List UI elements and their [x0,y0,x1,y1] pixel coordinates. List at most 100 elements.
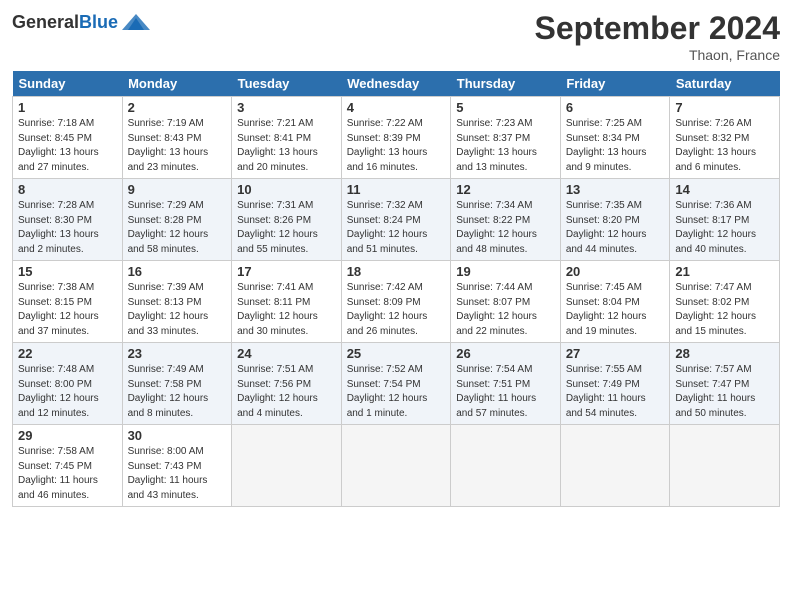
day-number: 30 [128,428,227,443]
day-info: Sunrise: 7:29 AM Sunset: 8:28 PM Dayligh… [128,199,227,257]
calendar-day: 17 Sunrise: 7:41 AM Sunset: 8:11 PM Dayli… [232,261,342,343]
calendar-day: 18 Sunrise: 7:42 AM Sunset: 8:09 PM Dayli… [341,261,451,343]
calendar-day: 6 Sunrise: 7:25 AM Sunset: 8:34 PM Daylig… [560,97,670,179]
calendar-day: 27Sunrise: 7:55 AM Sunset: 7:49 PM Dayli… [560,343,670,425]
calendar-day: 19 Sunrise: 7:44 AM Sunset: 8:07 PM Dayli… [451,261,561,343]
day-number: 18 [347,264,446,279]
calendar-day: 30 Sunrise: 8:00 AM Sunset: 7:43 PM Dayli… [122,425,232,507]
calendar-day [560,425,670,507]
day-number: 12 [456,182,555,197]
calendar-day: 20 Sunrise: 7:45 AM Sunset: 8:04 PM Dayli… [560,261,670,343]
calendar-day: 5 Sunrise: 7:23 AM Sunset: 8:37 PM Daylig… [451,97,561,179]
day-number: 19 [456,264,555,279]
day-number: 11 [347,182,446,197]
month-title: September 2024 [535,10,780,47]
calendar-day: 28 Sunrise: 7:57 AM Sunset: 7:47 PM Dayli… [670,343,780,425]
day-info: Sunrise: 7:31 AM Sunset: 8:26 PM Dayligh… [237,199,336,257]
day-info: Sunrise: 7:47 AM Sunset: 8:02 PM Dayligh… [675,281,774,339]
calendar-day: 22 Sunrise: 7:48 AM Sunset: 8:00 PM Dayli… [13,343,123,425]
day-number: 3 [237,100,336,115]
day-info: Sunrise: 7:57 AM Sunset: 7:47 PM Dayligh… [675,363,774,421]
calendar-day [670,425,780,507]
day-number: 29 [18,428,117,443]
calendar-day: 8Sunrise: 7:28 AM Sunset: 8:30 PM Daylig… [13,179,123,261]
calendar-week-4: 29 Sunrise: 7:58 AM Sunset: 7:45 PM Dayli… [13,425,780,507]
day-info: Sunrise: 7:35 AM Sunset: 8:20 PM Dayligh… [566,199,665,257]
calendar-day: 24Sunrise: 7:51 AM Sunset: 7:56 PM Dayli… [232,343,342,425]
calendar-day: 9 Sunrise: 7:29 AM Sunset: 8:28 PM Daylig… [122,179,232,261]
day-number: 27 [566,346,665,361]
day-info: Sunrise: 7:34 AM Sunset: 8:22 PM Dayligh… [456,199,555,257]
calendar-day: 12 Sunrise: 7:34 AM Sunset: 8:22 PM Dayli… [451,179,561,261]
day-info: Sunrise: 7:41 AM Sunset: 8:11 PM Dayligh… [237,281,336,339]
day-number: 9 [128,182,227,197]
calendar-day: 16 Sunrise: 7:39 AM Sunset: 8:13 PM Dayli… [122,261,232,343]
day-number: 25 [347,346,446,361]
day-number: 26 [456,346,555,361]
day-number: 6 [566,100,665,115]
day-info: Sunrise: 7:23 AM Sunset: 8:37 PM Dayligh… [456,117,555,175]
calendar-day: 13 Sunrise: 7:35 AM Sunset: 8:20 PM Dayli… [560,179,670,261]
day-info: Sunrise: 7:26 AM Sunset: 8:32 PM Dayligh… [675,117,774,175]
day-number: 23 [128,346,227,361]
day-info: Sunrise: 7:32 AM Sunset: 8:24 PM Dayligh… [347,199,446,257]
calendar-day: 4Sunrise: 7:22 AM Sunset: 8:39 PM Daylig… [341,97,451,179]
day-number: 14 [675,182,774,197]
title-block: September 2024 Thaon, France [535,10,780,63]
day-info: Sunrise: 7:39 AM Sunset: 8:13 PM Dayligh… [128,281,227,339]
day-info: Sunrise: 7:36 AM Sunset: 8:17 PM Dayligh… [675,199,774,257]
calendar-table: Sunday Monday Tuesday Wednesday Thursday… [12,71,780,507]
calendar-day: 2 Sunrise: 7:19 AM Sunset: 8:43 PM Daylig… [122,97,232,179]
day-info: Sunrise: 7:44 AM Sunset: 8:07 PM Dayligh… [456,281,555,339]
col-thursday: Thursday [451,71,561,97]
day-number: 1 [18,100,117,115]
day-number: 17 [237,264,336,279]
calendar-day: 29 Sunrise: 7:58 AM Sunset: 7:45 PM Dayli… [13,425,123,507]
calendar-day: 14 Sunrise: 7:36 AM Sunset: 8:17 PM Dayli… [670,179,780,261]
calendar-day: 25 Sunrise: 7:52 AM Sunset: 7:54 PM Dayli… [341,343,451,425]
day-number: 21 [675,264,774,279]
day-number: 16 [128,264,227,279]
calendar-day: 15Sunrise: 7:38 AM Sunset: 8:15 PM Dayli… [13,261,123,343]
calendar-week-2: 15Sunrise: 7:38 AM Sunset: 8:15 PM Dayli… [13,261,780,343]
day-info: Sunrise: 7:58 AM Sunset: 7:45 PM Dayligh… [18,445,117,503]
day-info: Sunrise: 7:51 AM Sunset: 7:56 PM Dayligh… [237,363,336,421]
day-info: Sunrise: 7:19 AM Sunset: 8:43 PM Dayligh… [128,117,227,175]
day-number: 7 [675,100,774,115]
col-friday: Friday [560,71,670,97]
day-info: Sunrise: 7:42 AM Sunset: 8:09 PM Dayligh… [347,281,446,339]
day-info: Sunrise: 7:25 AM Sunset: 8:34 PM Dayligh… [566,117,665,175]
calendar-week-1: 8Sunrise: 7:28 AM Sunset: 8:30 PM Daylig… [13,179,780,261]
col-sunday: Sunday [13,71,123,97]
calendar-day [451,425,561,507]
logo-general: General [12,12,79,32]
day-number: 28 [675,346,774,361]
location: Thaon, France [535,47,780,63]
day-info: Sunrise: 7:52 AM Sunset: 7:54 PM Dayligh… [347,363,446,421]
day-number: 5 [456,100,555,115]
logo: GeneralBlue [12,10,152,34]
day-number: 8 [18,182,117,197]
day-info: Sunrise: 7:48 AM Sunset: 8:00 PM Dayligh… [18,363,117,421]
logo-blue: Blue [79,12,118,32]
day-number: 2 [128,100,227,115]
day-number: 22 [18,346,117,361]
day-number: 20 [566,264,665,279]
calendar-week-0: 1 Sunrise: 7:18 AM Sunset: 8:45 PM Daylig… [13,97,780,179]
day-info: Sunrise: 7:54 AM Sunset: 7:51 PM Dayligh… [456,363,555,421]
day-info: Sunrise: 7:38 AM Sunset: 8:15 PM Dayligh… [18,281,117,339]
calendar-day: 1 Sunrise: 7:18 AM Sunset: 8:45 PM Daylig… [13,97,123,179]
day-info: Sunrise: 7:18 AM Sunset: 8:45 PM Dayligh… [18,117,117,175]
header: GeneralBlue September 2024 Thaon, France [12,10,780,63]
calendar-day: 23Sunrise: 7:49 AM Sunset: 7:58 PM Dayli… [122,343,232,425]
calendar-week-3: 22 Sunrise: 7:48 AM Sunset: 8:00 PM Dayli… [13,343,780,425]
day-info: Sunrise: 7:22 AM Sunset: 8:39 PM Dayligh… [347,117,446,175]
day-info: Sunrise: 8:00 AM Sunset: 7:43 PM Dayligh… [128,445,227,503]
day-info: Sunrise: 7:45 AM Sunset: 8:04 PM Dayligh… [566,281,665,339]
header-row: Sunday Monday Tuesday Wednesday Thursday… [13,71,780,97]
day-number: 13 [566,182,665,197]
col-monday: Monday [122,71,232,97]
col-wednesday: Wednesday [341,71,451,97]
calendar-day: 21 Sunrise: 7:47 AM Sunset: 8:02 PM Dayli… [670,261,780,343]
main-container: GeneralBlue September 2024 Thaon, France… [0,0,792,517]
